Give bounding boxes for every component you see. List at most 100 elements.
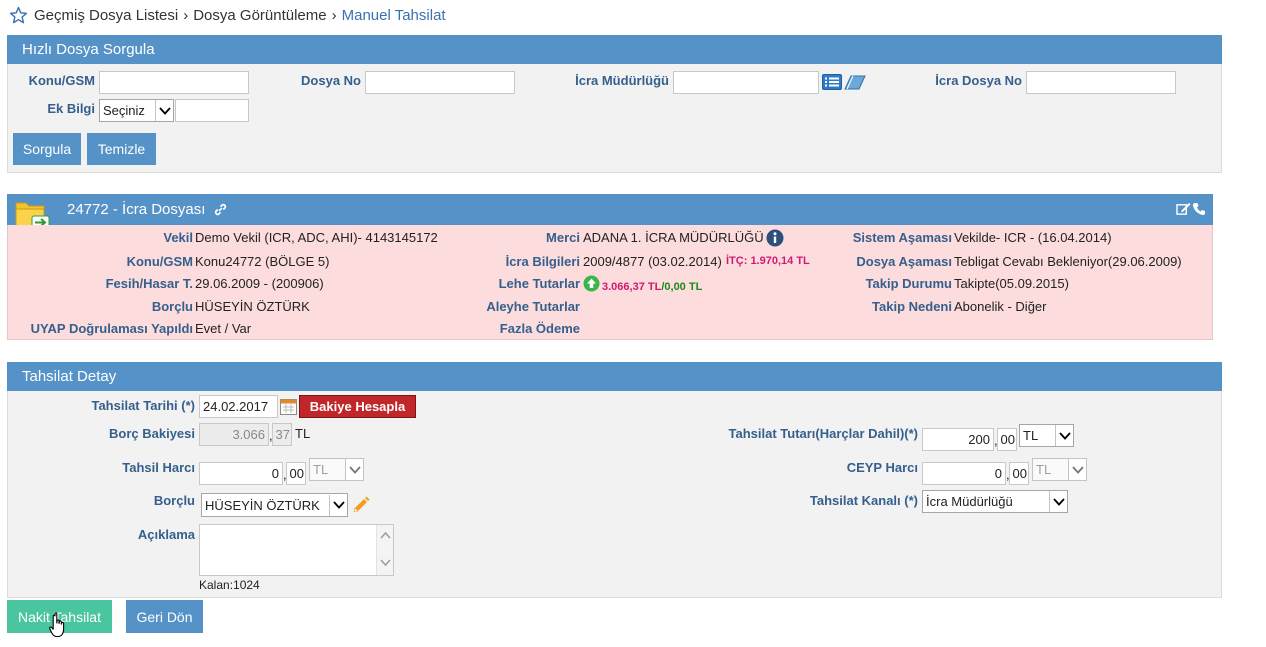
file-title: 24772 - İcra Dosyası — [67, 201, 206, 218]
file-header: 24772 - İcra Dosyası — [7, 194, 1213, 225]
list-icon[interactable] — [822, 74, 842, 90]
tahsil-harci-currency: TL — [313, 462, 329, 477]
uyap-label: UYAP Doğrulaması Yapıldı — [30, 321, 193, 336]
ek-bilgi-select[interactable]: Seçiniz — [99, 99, 174, 122]
icra-mudurlugu-input[interactable] — [673, 71, 819, 94]
sistem-asamasi-label: Sistem Aşaması — [852, 230, 952, 245]
tahsilat-kanali-selected: İcra Müdürlüğü — [926, 494, 1013, 509]
tahsilat-tutari-int[interactable] — [922, 428, 994, 451]
edit-icon[interactable] — [1176, 202, 1191, 216]
konu-gsm-label: Konu/GSM — [126, 254, 193, 269]
detail-header: Tahsilat Detay — [7, 362, 1222, 391]
konu-gsm-value: Konu24772 (BÖLGE 5) — [195, 254, 330, 269]
calendar-icon[interactable] — [280, 398, 297, 415]
hand-cursor-icon — [49, 612, 65, 638]
lehe-label: Lehe Tutarlar — [498, 276, 580, 291]
dosya-asamasi-label: Dosya Aşaması — [856, 254, 952, 269]
merci-value: ADANA 1. İCRA MÜDÜRLÜĞÜ — [583, 230, 764, 245]
tahsilat-tarihi-label: Tahsilat Tarihi (*) — [91, 398, 195, 413]
lehe-value-2: 0,00 TL — [664, 281, 703, 293]
lehe-value-1: 3.066,37 TL — [602, 281, 662, 293]
fesih-label: Fesih/Hasar T. — [105, 276, 193, 291]
borc-bakiyesi-currency: TL — [295, 426, 311, 441]
ceyp-harci-label: CEYP Harcı — [846, 460, 918, 475]
ek-bilgi-label: Ek Bilgi — [47, 101, 95, 116]
geri-don-button[interactable]: Geri Dön — [126, 600, 203, 633]
tahsilat-tutari-currency: TL — [1023, 428, 1039, 443]
eraser-icon[interactable] — [844, 75, 866, 90]
chevron-down-icon — [345, 459, 363, 480]
icra-bilgileri-value: 2009/4877 (03.02.2014) — [583, 254, 722, 269]
arrow-up-circle-icon — [583, 275, 600, 292]
lehe-values: 3.066,37 TL/0,00 TL — [602, 278, 702, 293]
ek-bilgi-input[interactable] — [175, 99, 249, 122]
chevron-down-icon — [1049, 491, 1067, 512]
tahsilat-tarihi-input[interactable] — [199, 395, 278, 418]
icra-dosya-no-label: İcra Dosya No — [935, 73, 1022, 88]
pencil-icon[interactable] — [352, 496, 370, 514]
itc-value: İTÇ: 1.970,14 TL — [726, 255, 810, 267]
clear-button[interactable]: Temizle — [87, 133, 156, 165]
sistem-asamasi-value: Vekilde- ICR - (16.04.2014) — [954, 230, 1112, 245]
aciklama-textarea[interactable] — [199, 524, 394, 576]
star-icon[interactable] — [9, 6, 28, 25]
takip-nedeni-value: Abonelik - Diğer — [954, 299, 1047, 314]
tahsil-harci-dec[interactable] — [286, 462, 306, 485]
breadcrumb-current: Manuel Tahsilat — [341, 6, 446, 24]
vekil-label: Vekil — [163, 230, 193, 245]
kalan-counter: Kalan:1024 — [199, 578, 260, 592]
borc-bakiyesi-label: Borç Bakiyesi — [109, 426, 195, 441]
vekil-value: Demo Vekil (ICR, ADC, AHI)- 4143145172 — [195, 230, 438, 245]
takip-durumu-label: Takip Durumu — [865, 276, 952, 291]
takip-durumu-value: Takipte(05.09.2015) — [954, 276, 1069, 291]
aciklama-scrollbar[interactable] — [376, 525, 393, 575]
aciklama-label: Açıklama — [137, 527, 195, 542]
tahsilat-tutari-dec[interactable] — [997, 428, 1017, 451]
ceyp-harci-currency: TL — [1036, 462, 1052, 477]
ceyp-harci-int[interactable] — [922, 462, 1006, 485]
phone-icon[interactable] — [1192, 202, 1206, 216]
bakiye-hesapla-button[interactable]: Bakiye Hesapla — [299, 395, 416, 418]
ceyp-harci-currency-select[interactable]: TL — [1032, 458, 1087, 481]
ek-bilgi-selected: Seçiniz — [103, 103, 145, 118]
breadcrumb-link-file-view[interactable]: Dosya Görüntüleme — [193, 7, 326, 24]
tahsilat-tutari-currency-select[interactable]: TL — [1019, 424, 1074, 447]
scroll-up-icon[interactable] — [380, 531, 391, 539]
breadcrumb-link-history[interactable]: Geçmiş Dosya Listesi — [34, 7, 178, 24]
dosya-no-input[interactable] — [365, 71, 515, 94]
borclu-select[interactable]: HÜSEYİN ÖZTÜRK — [201, 493, 348, 517]
fesih-value: 29.06.2009 - (200906) — [195, 276, 324, 291]
icra-mudurlugu-label: İcra Müdürlüğü — [575, 73, 669, 88]
konu-input[interactable] — [99, 71, 249, 94]
chevron-down-icon — [155, 100, 173, 121]
tahsilat-tutari-label: Tahsilat Tutarı(Harçlar Dahil)(*) — [728, 426, 919, 441]
chevron-down-icon — [1068, 459, 1086, 480]
quick-search-title: Hızlı Dosya Sorgula — [22, 41, 155, 58]
link-icon[interactable] — [213, 202, 228, 217]
aleyhe-label: Aleyhe Tutarlar — [486, 299, 580, 314]
merci-label: Merci — [546, 230, 580, 245]
tahsil-harci-label: Tahsil Harcı — [122, 460, 195, 475]
tahsil-harci-currency-select[interactable]: TL — [309, 458, 364, 481]
tahsilat-kanali-select[interactable]: İcra Müdürlüğü — [922, 490, 1068, 513]
icra-bilgileri-label: İcra Bilgileri — [505, 254, 580, 269]
detail-title: Tahsilat Detay — [22, 368, 117, 385]
borclu-info-label: Borçlu — [151, 299, 193, 314]
chevron-down-icon — [1055, 425, 1073, 446]
ceyp-harci-dec[interactable] — [1009, 462, 1029, 485]
search-button[interactable]: Sorgula — [13, 133, 81, 165]
chevron-down-icon — [329, 494, 347, 516]
tahsil-harci-int[interactable] — [199, 462, 283, 485]
breadcrumb-separator: › — [331, 6, 337, 24]
borclu-selected: HÜSEYİN ÖZTÜRK — [205, 497, 320, 513]
dosya-asamasi-value: Tebligat Cevabı Bekleniyor(29.06.2009) — [954, 254, 1182, 269]
konu-label: Konu/GSM — [28, 73, 95, 88]
breadcrumb-separator: › — [183, 6, 189, 24]
icra-dosya-no-input[interactable] — [1026, 71, 1176, 94]
info-icon[interactable] — [766, 229, 784, 247]
scroll-down-icon[interactable] — [380, 559, 391, 567]
quick-search-header[interactable]: Hızlı Dosya Sorgula — [7, 35, 1222, 64]
takip-nedeni-label: Takip Nedeni — [872, 299, 952, 314]
dosya-no-label: Dosya No — [301, 73, 361, 88]
breadcrumb: Geçmiş Dosya Listesi › Dosya Görüntüleme… — [9, 5, 446, 25]
